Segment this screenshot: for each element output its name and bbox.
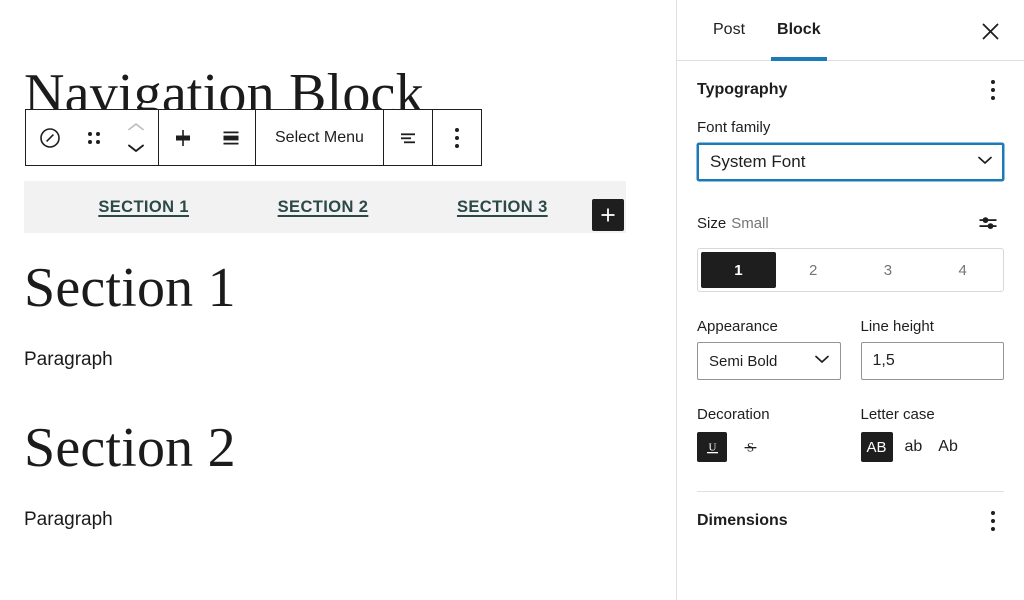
decoration-lettercase-row: Decoration U S — [697, 406, 1004, 462]
size-value: Small — [731, 214, 769, 232]
decoration-toggles: U S — [697, 432, 841, 462]
drag-dots-icon — [88, 131, 100, 144]
navigation-block[interactable]: Section 1 Section 2 Section 3 — [24, 181, 626, 233]
heading-block-section-2[interactable]: Section 2 — [24, 415, 624, 481]
paragraph-block-1[interactable]: Paragraph — [24, 349, 624, 371]
size-label: Size — [697, 214, 727, 232]
toolbar-group-block — [26, 110, 159, 165]
font-size-option-1[interactable]: 1 — [701, 252, 776, 288]
dimensions-title: Dimensions — [697, 512, 788, 529]
line-height-label: Line height — [860, 318, 934, 335]
line-height-field: Line height — [860, 318, 1004, 380]
font-size-segmented-control: 1 2 3 4 — [697, 248, 1004, 292]
line-height-input[interactable] — [860, 342, 1004, 380]
toolbar-group-text-align — [384, 110, 433, 165]
uppercase-toggle-button[interactable]: AB — [860, 432, 893, 462]
svg-text:U: U — [708, 441, 716, 453]
font-size-option-3[interactable]: 3 — [851, 252, 926, 288]
font-size-option-4[interactable]: 4 — [925, 252, 1000, 288]
decoration-field: Decoration U S — [697, 406, 841, 462]
toolbar-group-more — [433, 110, 481, 165]
letter-case-label: Letter case — [860, 406, 935, 423]
nav-link-section-1[interactable]: Section 1 — [98, 198, 189, 217]
toolbar-group-alignment — [159, 110, 256, 165]
vertical-dots-icon — [454, 127, 459, 148]
justify-items-icon-button[interactable] — [207, 110, 255, 165]
appearance-label: Appearance — [697, 318, 778, 335]
tab-block[interactable]: Block — [761, 0, 837, 61]
appearance-select[interactable]: Semi Bold — [697, 342, 841, 380]
sidebar-tabbar: Post Block — [677, 0, 1024, 61]
nav-link-section-3[interactable]: Section 3 — [457, 198, 548, 217]
drag-handle-icon-button[interactable] — [74, 110, 114, 165]
navigation-links: Section 1 Section 2 Section 3 — [24, 198, 626, 217]
toolbar-group-menu-select: Select Menu — [256, 110, 384, 165]
block-editor-app: Navigation Block Select Menu SECTION 1 S… — [0, 0, 1024, 600]
settings-sidebar: Post Block Typography Font family System… — [676, 0, 1024, 600]
lowercase-toggle-button[interactable]: ab — [901, 432, 927, 462]
capitalize-toggle-button[interactable]: Ab — [934, 432, 962, 462]
move-down-chevron-icon-button[interactable] — [121, 139, 151, 158]
typography-kebab-icon-button[interactable] — [978, 75, 1008, 105]
dimensions-kebab-icon-button[interactable] — [978, 506, 1008, 536]
appearance-select-wrap: Semi Bold — [697, 342, 841, 380]
select-menu-button[interactable]: Select Menu — [256, 110, 383, 165]
block-settings-panel: Typography Font family System Font Size … — [677, 61, 1024, 600]
block-movers — [114, 110, 158, 165]
align-text-icon-button[interactable] — [384, 110, 432, 165]
vertical-dots-icon — [991, 80, 995, 100]
size-sliders-icon-button[interactable] — [972, 207, 1004, 239]
nav-link-section-2[interactable]: Section 2 — [278, 198, 369, 217]
font-size-option-2[interactable]: 2 — [776, 252, 851, 288]
font-family-label: Font family — [697, 119, 771, 136]
typography-panel-body: Font family System Font Size Small 1 2 3… — [677, 119, 1024, 492]
vertical-align-center-icon-button[interactable] — [159, 110, 207, 165]
decoration-label: Decoration — [697, 406, 770, 423]
underline-toggle-button[interactable]: U — [697, 432, 727, 462]
typography-title: Typography — [697, 81, 788, 98]
tab-post[interactable]: Post — [697, 0, 761, 61]
paragraph-block-2[interactable]: Paragraph — [24, 509, 624, 531]
letter-case-toggles: AB ab Ab — [860, 432, 1005, 462]
close-icon-button[interactable] — [972, 13, 1008, 49]
size-row: Size Small — [697, 207, 1004, 239]
vertical-dots-icon — [991, 511, 995, 531]
post-content: Section 1 Paragraph Section 2 Paragraph — [24, 255, 624, 531]
more-options-kebab-icon-button[interactable] — [433, 110, 481, 165]
strikethrough-toggle-button[interactable]: S — [735, 432, 765, 462]
heading-block-section-1[interactable]: Section 1 — [24, 255, 624, 321]
font-family-select[interactable]: System Font — [697, 143, 1004, 181]
move-up-chevron-icon-button[interactable] — [121, 118, 151, 137]
appearance-lineheight-row: Appearance Semi Bold Line height — [697, 318, 1004, 380]
typography-panel-header: Typography — [677, 61, 1024, 119]
editor-canvas: Navigation Block Select Menu SECTION 1 S… — [0, 0, 676, 600]
add-nav-link-button[interactable] — [592, 199, 624, 231]
navigation-block-icon-button[interactable] — [26, 110, 74, 165]
size-label-group: Size Small — [697, 215, 769, 232]
dimensions-panel-header[interactable]: Dimensions — [677, 492, 1024, 550]
appearance-field: Appearance Semi Bold — [697, 318, 841, 380]
font-family-select-wrap: System Font — [697, 143, 1004, 181]
block-toolbar: Select Menu — [25, 109, 482, 166]
letter-case-field: Letter case AB ab Ab — [860, 406, 1005, 462]
